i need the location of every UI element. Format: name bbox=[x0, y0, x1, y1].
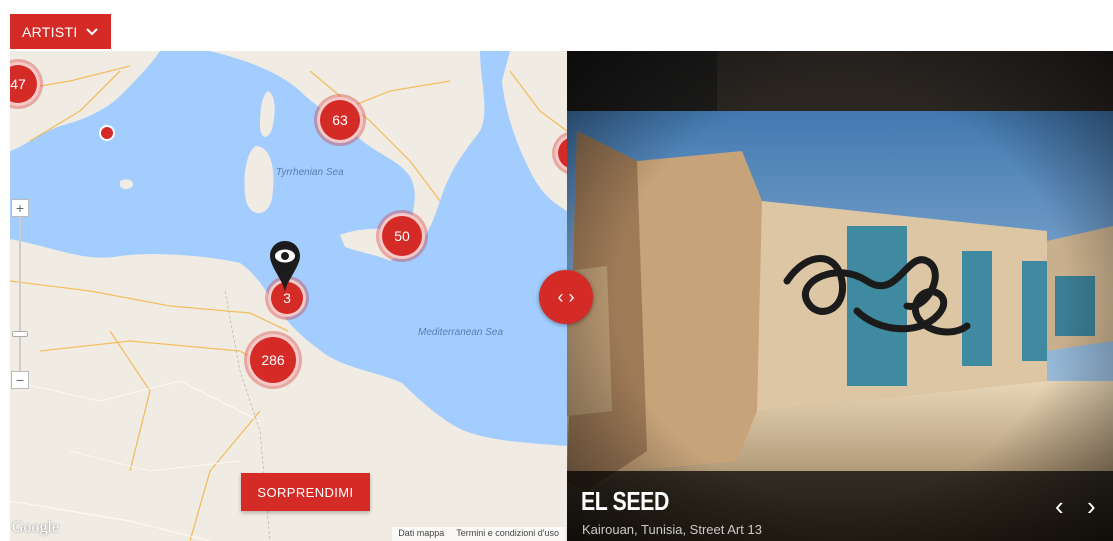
artist-name: EL SEED bbox=[581, 486, 669, 516]
chevron-left-icon: ‹ bbox=[557, 286, 564, 307]
mediterranean-sea-label: Mediterranean Sea bbox=[418, 327, 503, 338]
chevron-down-icon bbox=[85, 27, 98, 35]
map-data-link[interactable]: Dati mappa bbox=[398, 528, 444, 540]
cluster-marker[interactable]: 50 bbox=[379, 213, 425, 259]
panel-toggle-button[interactable]: ‹ › bbox=[539, 270, 593, 324]
photo-caption: EL SEED Kairouan, Tunisia, Street Art 13… bbox=[567, 471, 1113, 541]
map-terms-link[interactable]: Termini e condizioni d'uso bbox=[456, 528, 559, 540]
zoom-control: + − bbox=[11, 199, 31, 391]
zoom-track[interactable] bbox=[19, 217, 21, 373]
cluster-count: 286 bbox=[261, 352, 285, 368]
surprise-me-button[interactable]: SORPRENDIMI bbox=[241, 473, 370, 511]
map-attribution: Dati mappa Termini e condizioni d'uso bbox=[392, 527, 565, 541]
cluster-count: 50 bbox=[394, 228, 410, 244]
chevron-right-icon: › bbox=[568, 286, 575, 307]
cluster-count: 47 bbox=[10, 76, 26, 92]
previous-photo-button[interactable]: ‹ bbox=[1055, 493, 1064, 519]
next-photo-button[interactable]: › bbox=[1087, 493, 1096, 519]
zoom-out-button[interactable]: − bbox=[11, 371, 29, 389]
photo-viewer: EL SEED Kairouan, Tunisia, Street Art 13… bbox=[567, 51, 1113, 541]
zoom-in-button[interactable]: + bbox=[11, 199, 29, 217]
artists-dropdown[interactable]: ARTISTI bbox=[10, 14, 111, 49]
zoom-slider-handle[interactable] bbox=[12, 331, 28, 337]
cluster-marker[interactable]: 63 bbox=[317, 97, 363, 143]
artists-dropdown-label: ARTISTI bbox=[22, 23, 78, 40]
app: ARTISTI Tyrrhenian Sea Mediterranean Sea… bbox=[0, 0, 1113, 541]
google-logo: Google bbox=[12, 519, 60, 536]
cluster-count: 63 bbox=[332, 112, 348, 128]
map-view[interactable]: Tyrrhenian Sea Mediterranean Sea 47 63 5… bbox=[10, 51, 567, 541]
artwork-location: Kairouan, Tunisia, Street Art 13 bbox=[582, 522, 762, 537]
tyrrhenian-sea-label: Tyrrhenian Sea bbox=[276, 167, 344, 178]
cluster-marker[interactable]: 286 bbox=[247, 334, 299, 386]
street-art-photo bbox=[567, 51, 1113, 541]
eye-pin-icon[interactable] bbox=[268, 239, 302, 295]
